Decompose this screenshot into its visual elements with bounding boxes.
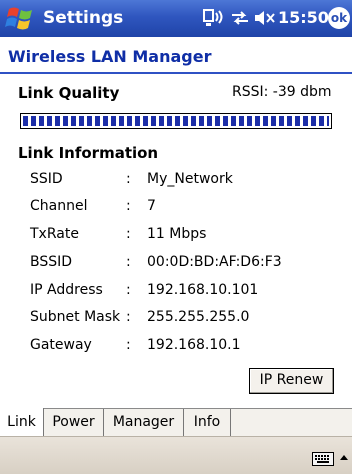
info-row-bssid: BSSID : 00:0D:BD:AF:D6:F3 <box>0 254 352 278</box>
ok-button[interactable]: ok <box>328 7 350 29</box>
info-row-ip-address: IP Address : 192.168.10.101 <box>0 282 352 306</box>
info-value: 7 <box>147 198 156 214</box>
page-title: Wireless LAN Manager <box>8 47 212 66</box>
start-flag-icon[interactable] <box>5 4 35 33</box>
info-separator: : <box>126 198 131 214</box>
info-row-gateway: Gateway : 192.168.10.1 <box>0 337 352 361</box>
signal-strength-fill <box>23 116 329 126</box>
link-quality-title: Link Quality <box>18 84 120 102</box>
connectivity-icon[interactable] <box>203 8 225 28</box>
info-separator: : <box>126 337 131 353</box>
ip-renew-button[interactable]: IP Renew <box>249 368 334 394</box>
info-value: 192.168.10.101 <box>147 282 259 298</box>
info-separator: : <box>126 226 131 242</box>
info-separator: : <box>126 282 131 298</box>
title-bar: Settings 15:50 ok <box>0 0 352 37</box>
info-label: Subnet Mask <box>30 309 121 325</box>
clock[interactable]: 15:50 <box>278 8 329 27</box>
info-label: Channel <box>30 198 88 214</box>
info-separator: : <box>126 171 131 187</box>
heading-divider <box>0 72 352 74</box>
info-row-subnet-mask: Subnet Mask : 255.255.255.0 <box>0 309 352 333</box>
speaker-muted-icon[interactable] <box>254 8 276 28</box>
tab-strip: Link Power Manager Info <box>0 408 352 437</box>
tab-info[interactable]: Info <box>184 409 231 436</box>
info-value: My_Network <box>147 171 233 187</box>
tab-link[interactable]: Link <box>0 408 44 436</box>
menu-bar <box>0 436 352 474</box>
info-value: 255.255.255.0 <box>147 309 250 325</box>
rssi-readout: RSSI: -39 dbm <box>232 84 332 100</box>
info-label: BSSID <box>30 254 73 270</box>
info-value: 00:0D:BD:AF:D6:F3 <box>147 254 282 270</box>
keyboard-icon[interactable] <box>312 452 334 466</box>
info-value: 192.168.10.1 <box>147 337 241 353</box>
window-title: Settings <box>43 8 124 28</box>
info-label: SSID <box>30 171 63 187</box>
info-label: TxRate <box>30 226 79 242</box>
info-row-ssid: SSID : My_Network <box>0 171 352 195</box>
tab-power[interactable]: Power <box>44 409 104 436</box>
link-information-title: Link Information <box>18 144 159 162</box>
input-menu-arrow-icon[interactable] <box>340 455 348 460</box>
tab-strip-filler <box>231 409 352 436</box>
info-label: Gateway <box>30 337 92 353</box>
signal-strength-bar <box>20 113 332 129</box>
data-sync-icon[interactable] <box>230 8 250 28</box>
info-row-txrate: TxRate : 11 Mbps <box>0 226 352 250</box>
info-separator: : <box>126 254 131 270</box>
info-separator: : <box>126 309 131 325</box>
info-value: 11 Mbps <box>147 226 207 242</box>
tab-manager[interactable]: Manager <box>104 409 184 436</box>
info-row-channel: Channel : 7 <box>0 198 352 222</box>
info-label: IP Address <box>30 282 103 298</box>
